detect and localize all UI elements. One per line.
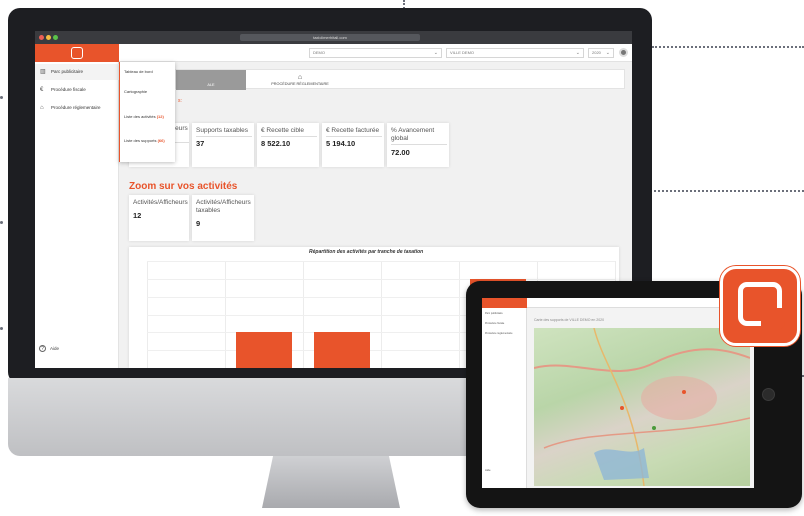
breadcrumb: s: <box>178 98 182 104</box>
dotted-connector-right-top <box>652 46 804 48</box>
tab-procedure-fiscale[interactable]: ALE <box>176 70 246 90</box>
chart-gridline <box>147 278 615 280</box>
brand-badge <box>720 266 800 346</box>
sidebar-item-procedure-reglementaire[interactable]: ⌂ Procédure réglementaire <box>35 100 119 116</box>
activity-value: 12 <box>133 211 142 220</box>
sidebar-item-procedure-fiscale[interactable]: Procédure fiscale <box>485 322 504 325</box>
activity-card: Activités/Afficheurs taxables 9 <box>192 195 254 241</box>
sidebar-item-procedure-fiscale[interactable]: € Procédure fiscale <box>35 82 119 98</box>
dot-marker <box>0 96 3 99</box>
commune-select[interactable]: DEMO ⌄ <box>309 48 442 58</box>
sidebar-item-label: Procédure fiscale <box>51 87 86 92</box>
sidebar: ▥ Parc publicitaire € Procédure fiscale … <box>35 62 119 368</box>
year-select-value: 2020 <box>592 50 601 55</box>
kpi-value: 5 194.10 <box>326 139 356 148</box>
chevron-down-icon: ⌄ <box>605 50 610 56</box>
chart-title: Répartition des activités par tranche de… <box>309 249 424 255</box>
activity-label: Activités/Afficheurs <box>133 199 188 206</box>
imac-stand <box>262 456 400 508</box>
sidebar-item-parc-publicitaire[interactable]: Parc publicitaire <box>485 312 503 315</box>
menu-item-cartographie[interactable]: Cartographie <box>124 89 147 94</box>
tab-procedure-reglementaire[interactable]: ⌂ PROCÉDURE RÉGLEMENTAIRE <box>250 70 350 90</box>
settings-gear-icon[interactable] <box>619 48 628 57</box>
question-icon: ? <box>39 345 46 352</box>
map-title: Carte des supports de VILLE DEMO en 2020 <box>534 318 605 322</box>
kpi-label: € Recette cible <box>261 127 317 137</box>
menu-item-tableau-de-bord[interactable]: Tableau de bord <box>124 69 153 74</box>
maximize-window-button[interactable] <box>53 35 58 40</box>
activity-card: Activités/Afficheurs 12 <box>129 195 189 241</box>
menu-item-liste-activites[interactable]: Liste des activités (12) <box>124 114 164 119</box>
chevron-down-icon: ⌄ <box>575 50 580 56</box>
logo-icon <box>71 47 83 59</box>
logo-icon-notch <box>761 308 785 330</box>
close-window-button[interactable] <box>39 35 44 40</box>
dot-marker <box>0 221 3 224</box>
count-badge: (66) <box>157 138 165 143</box>
menu-item-label: Liste des activités <box>124 114 156 119</box>
sidebar-item-procedure-reglementaire[interactable]: Procédure réglementaire <box>485 332 513 335</box>
city-select[interactable]: VILLE DEMO ⌄ <box>446 48 584 58</box>
kpi-label: € Recette facturée <box>326 127 382 137</box>
help-link[interactable]: Aide <box>485 468 491 472</box>
help-link[interactable]: ? Aide <box>39 345 59 352</box>
activity-value: 9 <box>196 219 201 228</box>
building-icon: ⌂ <box>40 105 44 111</box>
chart-bar[interactable] <box>235 332 293 368</box>
home-button[interactable] <box>762 388 775 401</box>
procedure-tabs: ALE ⌂ PROCÉDURE RÉGLEMENTAIRE <box>175 69 625 90</box>
tablet-screen: Parc publicitaire Procédure fiscale Proc… <box>482 298 754 488</box>
top-bar: DEMO ⌄ VILLE DEMO ⌄ 2020 ⌄ <box>119 44 632 62</box>
map-roads <box>533 327 751 487</box>
bar-chart-icon: ▥ <box>40 69 46 75</box>
submenu-dropdown: Tableau de bord Cartographie Liste des a… <box>119 62 175 162</box>
help-label: Aide <box>50 346 60 351</box>
kpi-value: 37 <box>196 139 205 148</box>
kpi-card: Supports taxables 37 <box>192 123 254 167</box>
kpi-label: Supports taxables <box>196 127 252 137</box>
minimize-window-button[interactable] <box>46 35 51 40</box>
app-logo[interactable] <box>482 298 527 308</box>
map-view[interactable] <box>533 327 751 487</box>
kpi-label: % Avancement global <box>391 127 447 145</box>
tab-label: PROCÉDURE RÉGLEMENTAIRE <box>271 82 329 86</box>
menu-item-label: Tableau de bord <box>124 69 153 74</box>
sidebar-item-label: Procédure réglementaire <box>51 105 101 110</box>
kpi-card: € Recette facturée 5 194.10 <box>322 123 384 167</box>
menu-item-liste-supports[interactable]: Liste des supports (66) <box>124 138 165 143</box>
activity-label: Activités/Afficheurs taxables <box>196 199 251 214</box>
euro-icon: € <box>40 87 44 93</box>
section-title: Zoom sur vos activités <box>129 181 238 192</box>
count-badge: (12) <box>156 114 164 119</box>
commune-select-value: DEMO <box>313 50 325 55</box>
kpi-value: 8 522.10 <box>261 139 291 148</box>
app-logo[interactable] <box>35 44 119 62</box>
kpi-value: 72.00 <box>391 148 410 157</box>
city-select-value: VILLE DEMO <box>450 50 475 55</box>
kpi-card: € Recette cible 8 522.10 <box>257 123 319 167</box>
sidebar-item-parc-publicitaire[interactable]: ▥ Parc publicitaire <box>35 64 119 80</box>
dot-marker <box>0 327 3 330</box>
chart-bar[interactable] <box>313 332 371 368</box>
sidebar-item-label: Parc publicitaire <box>51 69 84 74</box>
chevron-down-icon: ⌄ <box>433 50 438 56</box>
tablet-sidebar: Parc publicitaire Procédure fiscale Proc… <box>482 308 527 488</box>
browser-toolbar: taxiclimerhitall.com <box>35 31 632 44</box>
address-bar[interactable]: taxiclimerhitall.com <box>240 34 420 41</box>
menu-item-label: Cartographie <box>124 89 148 94</box>
building-icon: ⌂ <box>297 74 303 81</box>
year-select[interactable]: 2020 ⌄ <box>588 48 614 58</box>
kpi-card: % Avancement global 72.00 <box>387 123 449 167</box>
chart-gridline <box>147 261 615 262</box>
menu-item-label: Liste des supports <box>124 138 157 143</box>
